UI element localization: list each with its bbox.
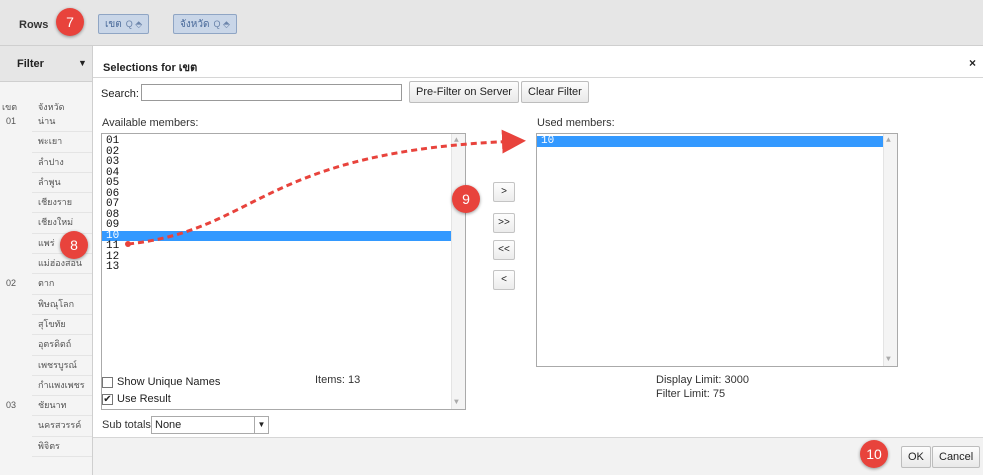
step-marker-10: 10 bbox=[860, 440, 888, 468]
step-marker-8: 8 bbox=[60, 231, 88, 259]
step-marker-7: 7 bbox=[56, 8, 84, 36]
annotation-arrow bbox=[125, 129, 526, 247]
step-marker-9: 9 bbox=[452, 185, 480, 213]
